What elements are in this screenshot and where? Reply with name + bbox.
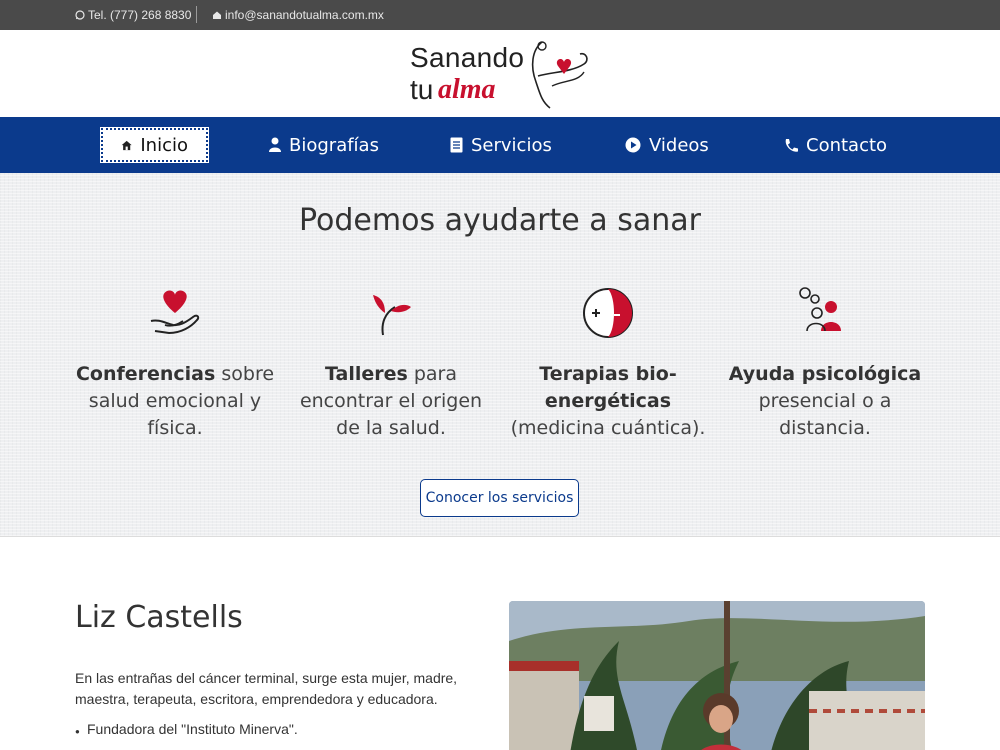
document-icon: [450, 137, 463, 153]
services-cta-button[interactable]: Conocer los servicios: [420, 479, 579, 517]
service-text-terapias: Terapias bio-energéticas (medicina cuánt…: [510, 363, 706, 439]
list-item: Fundadora del "Instituto Minerva".: [75, 721, 298, 742]
main-nav: Inicio Biografías Servicios Videos Conta…: [0, 117, 1000, 173]
service-ayuda: Ayuda psicológica presencial o a distanc…: [725, 283, 925, 442]
bio-intro: En las entrañas del cáncer terminal, sur…: [75, 670, 458, 707]
logo-word-alma: alma: [438, 74, 496, 105]
service-terapias: Terapias bio-energéticas (medicina cuánt…: [508, 283, 708, 442]
nav-label-biografias: Biografías: [289, 134, 379, 156]
bio-name: Liz Castells: [75, 600, 243, 635]
heart-figure-logo-icon: [531, 41, 588, 109]
play-icon: [625, 137, 641, 153]
nav-item-videos[interactable]: Videos: [607, 128, 727, 162]
bio-photo: [509, 601, 925, 750]
home-icon: [121, 140, 132, 150]
logo-word-sanando: Sanando: [410, 42, 525, 73]
nav-item-biografias[interactable]: Biografías: [251, 128, 397, 162]
nav-item-inicio[interactable]: Inicio: [100, 127, 209, 163]
service-text-talleres: Talleres para encontrar el origen de la …: [299, 363, 483, 439]
nav-item-servicios[interactable]: Servicios: [432, 128, 570, 162]
service-text-ayuda: Ayuda psicológica presencial o a distanc…: [728, 363, 922, 439]
service-text-conferencias: Conferencias sobre salud emocional y fís…: [75, 363, 275, 439]
whatsapp-icon: [75, 10, 85, 20]
email-address: info@sanandotualma.com.mx: [225, 8, 384, 22]
nav-label-servicios: Servicios: [471, 134, 552, 156]
nav-label-contacto: Contacto: [806, 134, 888, 156]
phone-number: Tel. (777) 268 8830: [88, 8, 192, 22]
email-contact[interactable]: info@sanandotualma.com.mx: [212, 8, 384, 22]
site-logo[interactable]: Sanando tu alma: [408, 36, 598, 112]
home-mail-icon: [213, 11, 221, 19]
phone-icon: [785, 138, 798, 152]
phone-contact[interactable]: Tel. (777) 268 8830: [75, 8, 191, 22]
services-section: Podemos ayudarte a sanar Conferencias so…: [0, 173, 1000, 537]
service-talleres: Talleres para encontrar el origen de la …: [291, 283, 491, 442]
service-conferencias: Conferencias sobre salud emocional y fís…: [75, 283, 275, 442]
site-header: Sanando tu alma: [0, 30, 1000, 117]
people-chat-icon: [799, 287, 841, 332]
bio-bullet-list: Fundadora del "Instituto Minerva".: [75, 721, 298, 742]
plus-minus-circle-icon: [583, 288, 633, 338]
user-icon: [269, 137, 281, 152]
nav-item-contacto[interactable]: Contacto: [766, 128, 905, 162]
sprout-icon: [373, 295, 411, 336]
nav-label-inicio: Inicio: [140, 134, 188, 156]
services-title: Podemos ayudarte a sanar: [299, 203, 701, 238]
topbar-divider: [196, 6, 197, 23]
top-contact-bar: Tel. (777) 268 8830 info@sanandotualma.c…: [0, 0, 1000, 30]
logo-word-tu: tu: [410, 74, 434, 105]
bio-photo-illustration: [509, 601, 925, 750]
nav-label-videos: Videos: [649, 134, 709, 156]
heart-hand-icon: [150, 290, 200, 335]
bio-section: Liz Castells En las entrañas del cáncer …: [0, 537, 1000, 750]
